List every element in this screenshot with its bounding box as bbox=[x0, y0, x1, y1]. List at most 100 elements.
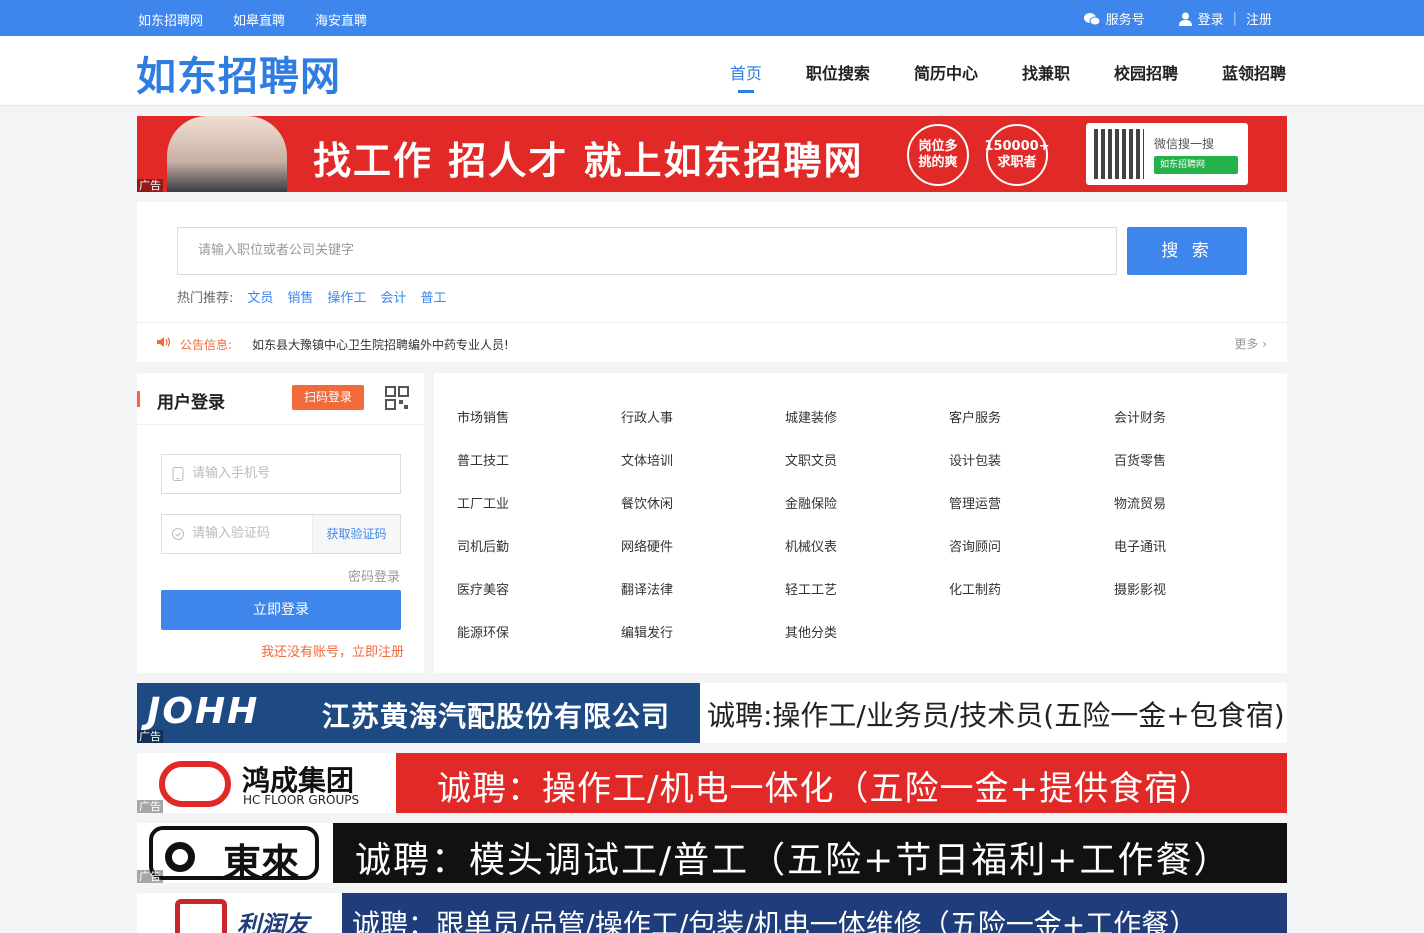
code-placeholder: 请输入验证码 bbox=[192, 526, 271, 541]
header: 如东招聘网 首页 职位搜索 简历中心 找兼职 校园招聘 蓝领招聘 bbox=[0, 36, 1424, 106]
phone-placeholder: 请输入手机号 bbox=[192, 466, 271, 481]
code-input[interactable]: 请输入验证码 获取验证码 bbox=[161, 514, 401, 554]
category-link[interactable]: 化工制药 bbox=[949, 579, 1001, 598]
search-input[interactable]: 请输入职位或者公司关键字 bbox=[177, 227, 1117, 275]
site-link-rugao[interactable]: 如皋直聘 bbox=[233, 10, 285, 29]
ad-qr-box: 微信搜一搜 如东招聘网 bbox=[1086, 123, 1248, 185]
category-link[interactable]: 会计财务 bbox=[1114, 407, 1166, 426]
category-link[interactable]: 餐饮休闲 bbox=[621, 493, 673, 512]
qr-code-icon bbox=[1094, 129, 1144, 179]
site-link-rudong[interactable]: 如东招聘网 bbox=[138, 10, 203, 29]
category-link[interactable]: 电子通讯 bbox=[1114, 536, 1166, 555]
user-icon bbox=[1178, 12, 1192, 26]
ad-positions: 诚聘：模头调试工/普工（五险+节日福利+工作餐） bbox=[355, 840, 1232, 881]
login-link[interactable]: 登录 bbox=[1198, 9, 1224, 28]
category-link[interactable]: 工厂工业 bbox=[457, 493, 509, 512]
ad-brand-sub: HC FLOOR GROUPS bbox=[243, 793, 360, 807]
category-link[interactable]: 翻译法律 bbox=[621, 579, 673, 598]
category-link[interactable]: 客户服务 bbox=[949, 407, 1001, 426]
ad-tag: 广告 bbox=[137, 179, 163, 192]
category-link[interactable]: 市场销售 bbox=[457, 407, 509, 426]
badge-line: 挑的爽 bbox=[918, 155, 958, 170]
password-login-link[interactable]: 密码登录 bbox=[348, 566, 400, 585]
wechat-search-button: 如东招聘网 bbox=[1154, 156, 1238, 174]
top-ad-banner[interactable]: 找工作 招人才 就上如东招聘网 岗位多 挑的爽 150000+ 求职者 微信搜一… bbox=[137, 116, 1287, 192]
search-button[interactable]: 搜 索 bbox=[1127, 227, 1247, 275]
divider bbox=[137, 424, 424, 425]
top-bar: 如东招聘网 如皋直聘 海安直聘 服务号 登录 | 注册 bbox=[0, 0, 1424, 36]
site-links: 如东招聘网 如皋直聘 海安直聘 bbox=[138, 10, 367, 29]
donglai-logo: 東來 bbox=[149, 826, 319, 883]
nav-blue-collar[interactable]: 蓝领招聘 bbox=[1222, 60, 1286, 84]
register-link[interactable]: 注册 bbox=[1246, 9, 1272, 28]
ad-tag: 广告 bbox=[137, 870, 163, 883]
ad-positions: 诚聘：操作工/机电一体化（五险一金+提供食宿） bbox=[437, 769, 1214, 809]
nav-home[interactable]: 首页 bbox=[730, 60, 762, 93]
ad-model-image bbox=[167, 116, 287, 192]
site-link-haian[interactable]: 海安直聘 bbox=[315, 10, 367, 29]
speaker-icon bbox=[157, 337, 171, 347]
hot-keyword[interactable]: 销售 bbox=[287, 287, 313, 306]
hot-keyword[interactable]: 操作工 bbox=[327, 287, 366, 306]
ad-strip-hongcheng[interactable]: 鸿成集团 HC FLOOR GROUPS 诚聘：操作工/机电一体化（五险一金+提… bbox=[137, 753, 1287, 813]
category-link[interactable]: 文职文员 bbox=[785, 450, 837, 469]
category-link[interactable]: 网络硬件 bbox=[621, 536, 673, 555]
qr-code-icon[interactable] bbox=[385, 386, 409, 410]
ad-brand: 利润友 bbox=[237, 911, 309, 933]
notice-more-link[interactable]: 更多 › bbox=[1234, 335, 1267, 352]
hot-label: 热门推荐: bbox=[177, 291, 234, 306]
category-link[interactable]: 设计包装 bbox=[949, 450, 1001, 469]
hot-keyword[interactable]: 文员 bbox=[247, 287, 273, 306]
category-link[interactable]: 城建装修 bbox=[785, 407, 837, 426]
category-link[interactable]: 机械仪表 bbox=[785, 536, 837, 555]
login-submit-button[interactable]: 立即登录 bbox=[161, 590, 401, 630]
site-logo[interactable]: 如东招聘网 bbox=[136, 44, 341, 102]
nav-part-time[interactable]: 找兼职 bbox=[1022, 60, 1070, 84]
ad-tag: 广告 bbox=[137, 800, 163, 813]
topbar-right: 服务号 登录 | 注册 bbox=[1083, 9, 1272, 28]
category-link[interactable]: 金融保险 bbox=[785, 493, 837, 512]
category-link[interactable]: 轻工工艺 bbox=[785, 579, 837, 598]
category-link[interactable]: 其他分类 bbox=[785, 622, 837, 641]
register-now-link[interactable]: 我还没有账号，立即注册 bbox=[261, 641, 404, 660]
hot-keywords: 热门推荐: 文员 销售 操作工 会计 普工 bbox=[177, 287, 446, 306]
category-link[interactable]: 咨询顾问 bbox=[949, 536, 1001, 555]
notice-bar: 公告信息: 如东县大豫镇中心卫生院招聘编外中药专业人员! 更多 › bbox=[137, 322, 1287, 362]
category-link[interactable]: 文体培训 bbox=[621, 450, 673, 469]
category-link[interactable]: 物流贸易 bbox=[1114, 493, 1166, 512]
ad-strip-donglai[interactable]: 東來 诚聘：模头调试工/普工（五险+节日福利+工作餐） 广告 bbox=[137, 823, 1287, 883]
nav-resume-center[interactable]: 简历中心 bbox=[914, 60, 978, 84]
category-link[interactable]: 编辑发行 bbox=[621, 622, 673, 641]
shield-icon bbox=[172, 528, 184, 540]
lirunyou-logo-icon bbox=[175, 899, 227, 933]
category-link[interactable]: 摄影影视 bbox=[1114, 579, 1166, 598]
badge-line: 150000+ bbox=[984, 139, 1050, 154]
ad-company-name: 江苏黄海汽配股份有限公司 bbox=[322, 700, 671, 733]
ad-positions: 诚聘:操作工/业务员/技术员(五险一金+包食宿) bbox=[707, 699, 1285, 732]
ad-positions: 诚聘：跟单员/品管/操作工/包装/机电一体维修（五险一金+工作餐） bbox=[352, 908, 1198, 933]
category-link[interactable]: 能源环保 bbox=[457, 622, 509, 641]
service-account-link[interactable]: 服务号 bbox=[1106, 9, 1145, 28]
category-link[interactable]: 普工技工 bbox=[457, 450, 509, 469]
hongcheng-logo-icon bbox=[159, 761, 231, 807]
wechat-icon bbox=[1083, 12, 1100, 25]
notice-text[interactable]: 如东县大豫镇中心卫生院招聘编外中药专业人员! bbox=[252, 336, 509, 353]
category-link[interactable]: 行政人事 bbox=[621, 407, 673, 426]
login-title: 用户登录 bbox=[157, 393, 225, 413]
category-link[interactable]: 医疗美容 bbox=[457, 579, 509, 598]
nav-campus[interactable]: 校园招聘 bbox=[1114, 60, 1178, 84]
get-code-button[interactable]: 获取验证码 bbox=[312, 515, 400, 553]
hot-keyword[interactable]: 普工 bbox=[420, 287, 446, 306]
category-link[interactable]: 管理运营 bbox=[949, 493, 1001, 512]
nav-job-search[interactable]: 职位搜索 bbox=[806, 60, 870, 84]
badge-line: 岗位多 bbox=[918, 139, 958, 154]
wechat-search-label: 微信搜一搜 bbox=[1154, 137, 1215, 151]
phone-input[interactable]: 请输入手机号 bbox=[161, 454, 401, 494]
ad-strip-lirunyou[interactable]: 利润友 诚聘：跟单员/品管/操作工/包装/机电一体维修（五险一金+工作餐） bbox=[137, 893, 1287, 933]
main-nav: 首页 职位搜索 简历中心 找兼职 校园招聘 蓝领招聘 bbox=[730, 60, 1286, 93]
category-link[interactable]: 司机后勤 bbox=[457, 536, 509, 555]
hot-keyword[interactable]: 会计 bbox=[380, 287, 406, 306]
category-link[interactable]: 百货零售 bbox=[1114, 450, 1166, 469]
scan-login-button[interactable]: 扫码登录 bbox=[292, 385, 364, 410]
ad-strip-huanghai[interactable]: JOHH 江苏黄海汽配股份有限公司 诚聘:操作工/业务员/技术员(五险一金+包食… bbox=[137, 683, 1287, 743]
